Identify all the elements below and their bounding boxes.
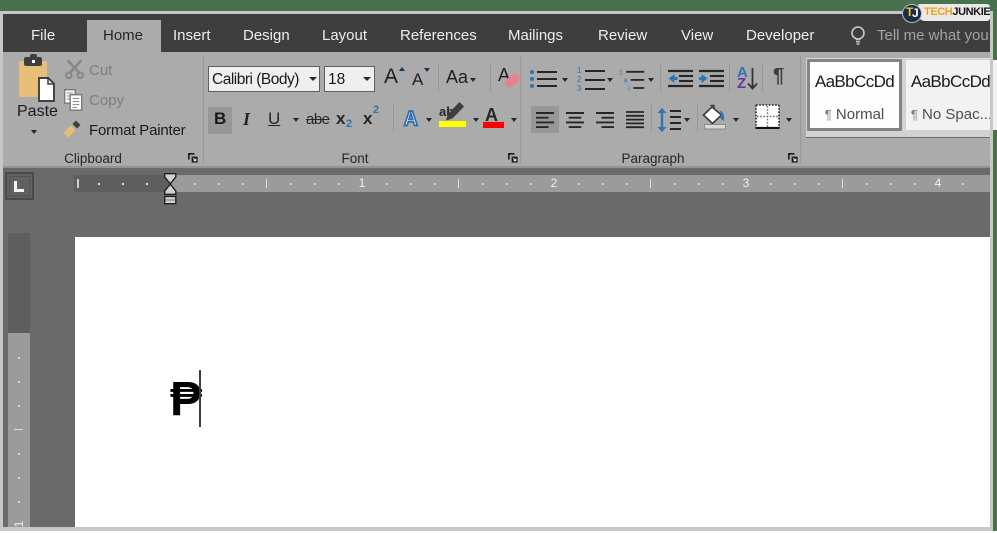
svg-text:3: 3 [577, 84, 582, 92]
svg-text:1: 1 [619, 68, 623, 77]
svg-text:a: a [624, 76, 628, 85]
svg-text:i: i [628, 84, 630, 92]
svg-text:1: 1 [577, 66, 582, 75]
svg-text:A: A [404, 108, 418, 131]
svg-text:2: 2 [577, 75, 582, 84]
